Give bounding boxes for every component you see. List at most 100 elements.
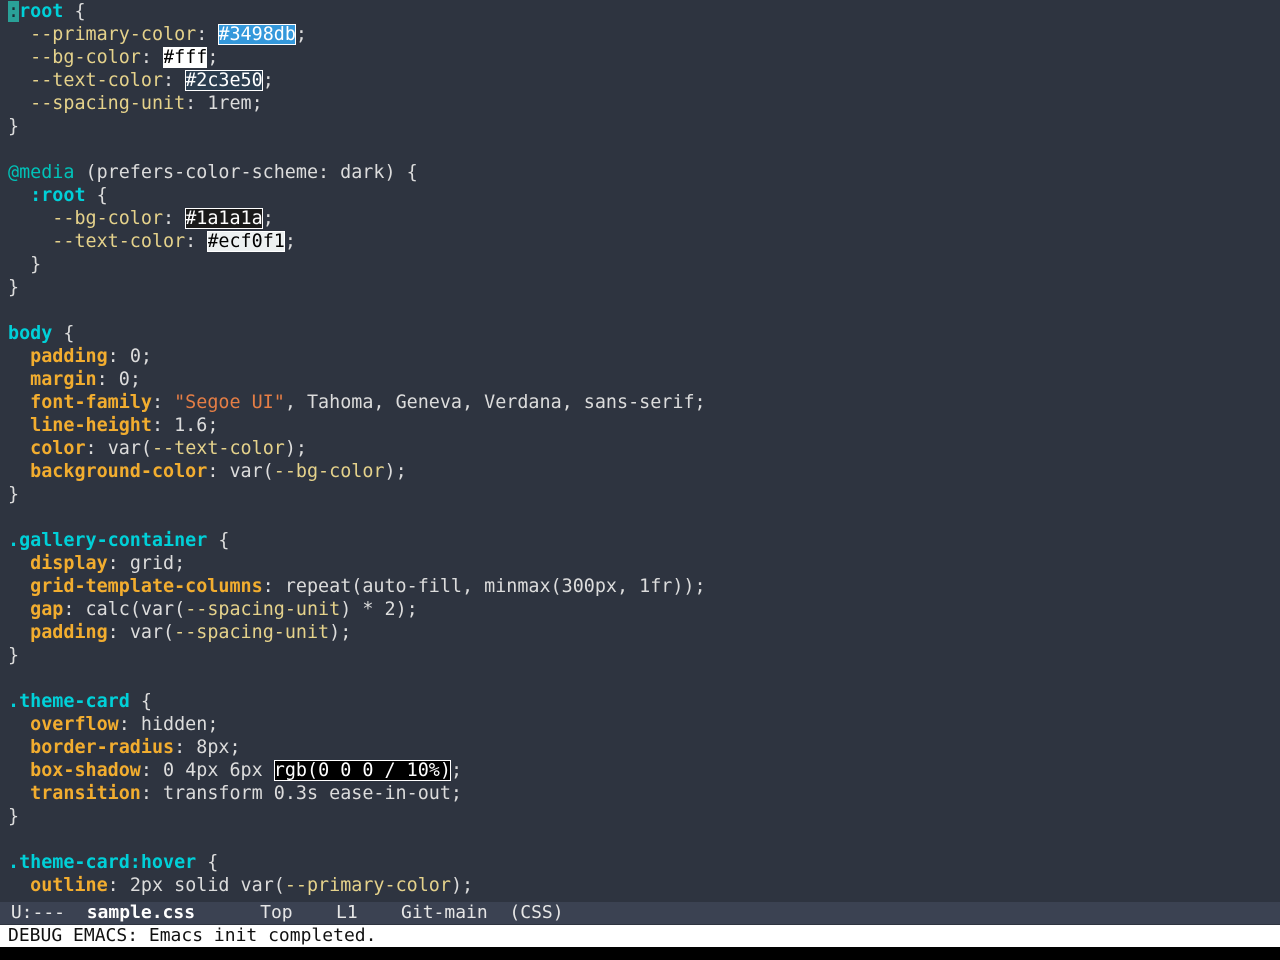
code-line: overflow: hidden; bbox=[30, 714, 219, 735]
css-value: 8px bbox=[196, 737, 230, 758]
color-swatch-shadow: rgb(0 0 0 / 10%) bbox=[273, 760, 451, 781]
code-line: @media (prefers-color-scheme: dark) { bbox=[8, 161, 1272, 184]
frame-bottom-edge bbox=[0, 947, 1280, 960]
css-value: 1.6 bbox=[174, 415, 208, 436]
line-number: L1 bbox=[335, 902, 358, 923]
css-function: 2px solid var( bbox=[129, 875, 285, 896]
color-swatch-bg: #fff bbox=[163, 47, 208, 68]
css-variable-ref: --primary-color bbox=[284, 875, 451, 896]
code-line: line-height: 1.6; bbox=[30, 415, 219, 436]
css-variable-name: --bg-color bbox=[30, 47, 141, 68]
css-property: transition bbox=[30, 783, 141, 804]
css-variable-name: --bg-color bbox=[52, 208, 164, 229]
media-query: (prefers-color-scheme: dark) { bbox=[74, 162, 418, 183]
vc-branch[interactable]: Git-main bbox=[401, 902, 488, 923]
echo-area: DEBUG EMACS: Emacs init completed. bbox=[0, 925, 1280, 947]
css-property: display bbox=[30, 553, 108, 574]
css-function: var( bbox=[107, 438, 152, 459]
code-line: gap: calc(var(--spacing-unit) * 2); bbox=[30, 599, 418, 620]
css-property: background-color bbox=[30, 461, 208, 482]
css-property: padding bbox=[30, 346, 108, 367]
code-editor[interactable]: :root { --primary-color: #3498db; --bg-c… bbox=[8, 0, 1272, 900]
code-line: color: var(--text-color); bbox=[30, 438, 308, 459]
css-value: ) * 2) bbox=[340, 599, 407, 620]
code-line: background-color: var(--bg-color); bbox=[30, 461, 407, 482]
css-function: var( bbox=[229, 461, 274, 482]
code-line: } bbox=[8, 277, 20, 298]
css-variable-ref: --spacing-unit bbox=[185, 599, 341, 620]
css-variable-ref: --bg-color bbox=[273, 461, 385, 482]
code-line: } bbox=[8, 484, 20, 505]
code-line: padding: 0; bbox=[30, 346, 152, 367]
css-value: repeat(auto-fill, minmax(300px, 1fr)) bbox=[284, 576, 695, 597]
code-line: } bbox=[8, 806, 20, 827]
color-swatch-dark-text: #ecf0f1 bbox=[207, 231, 285, 252]
code-line: outline: 2px solid var(--primary-color); bbox=[30, 875, 474, 896]
color-swatch-dark-bg: #1a1a1a bbox=[185, 208, 263, 229]
code-line: :root { bbox=[8, 0, 1272, 23]
css-selector: root bbox=[19, 1, 64, 22]
css-property: overflow bbox=[30, 714, 119, 735]
css-property: gap bbox=[30, 599, 64, 620]
major-mode[interactable]: (CSS) bbox=[509, 902, 563, 923]
css-function: var( bbox=[129, 622, 175, 643]
css-variable-name: --spacing-unit bbox=[30, 93, 186, 114]
code-line: --bg-color: #fff; bbox=[30, 47, 219, 68]
css-property: grid-template-columns bbox=[30, 576, 263, 597]
code-line: margin: 0; bbox=[30, 369, 141, 390]
css-value: 0 bbox=[118, 369, 130, 390]
buffer-name[interactable]: sample.css bbox=[87, 902, 195, 923]
code-line: } bbox=[8, 116, 20, 137]
code-line: .gallery-container { bbox=[8, 530, 230, 551]
code-line: padding: var(--spacing-unit); bbox=[30, 622, 352, 643]
css-variable-name: --text-color bbox=[30, 70, 164, 91]
css-selector: .gallery-container bbox=[8, 530, 208, 551]
css-selector: :root bbox=[30, 185, 86, 206]
color-swatch-primary: #3498db bbox=[218, 24, 296, 45]
code-line: body { bbox=[8, 323, 75, 344]
css-value: 0 4px 6px bbox=[163, 760, 274, 781]
code-line: --primary-color: #3498db; bbox=[30, 24, 307, 45]
css-variable-ref: --text-color bbox=[151, 438, 285, 459]
buffer-position: Top bbox=[260, 902, 293, 923]
text-cursor: : bbox=[8, 1, 20, 22]
css-property: box-shadow bbox=[30, 760, 141, 781]
code-line: border-radius: 8px; bbox=[30, 737, 241, 758]
css-property: border-radius bbox=[30, 737, 175, 758]
buffer-state: U:--- bbox=[0, 902, 87, 923]
css-string: "Segoe UI" bbox=[174, 392, 285, 413]
css-value: hidden bbox=[140, 714, 208, 735]
code-line: grid-template-columns: repeat(auto-fill,… bbox=[30, 576, 706, 597]
mode-line: U:--- sample.css Top L1 Git-main (CSS) bbox=[0, 902, 1280, 924]
css-value: , Tahoma, Geneva, Verdana, sans-serif bbox=[284, 392, 695, 413]
css-property: padding bbox=[30, 622, 108, 643]
css-selector: .theme-card bbox=[8, 691, 130, 712]
css-property: outline bbox=[30, 875, 108, 896]
code-line: .theme-card:hover { bbox=[8, 852, 219, 873]
code-line: display: grid; bbox=[30, 553, 186, 574]
code-line: --text-color: #2c3e50; bbox=[30, 70, 274, 91]
css-value: grid bbox=[129, 553, 175, 574]
emacs-frame: :root { --primary-color: #3498db; --bg-c… bbox=[0, 0, 1280, 960]
css-value: 0 bbox=[129, 346, 141, 367]
css-function: calc(var( bbox=[85, 599, 186, 620]
css-variable-ref: --spacing-unit bbox=[174, 622, 330, 643]
code-line: } bbox=[8, 254, 42, 275]
code-line: --text-color: #ecf0f1; bbox=[52, 231, 296, 252]
css-property: font-family bbox=[30, 392, 152, 413]
css-selector: .theme-card:hover bbox=[8, 852, 197, 873]
css-at-rule: @media bbox=[8, 162, 75, 183]
css-selector: body bbox=[8, 323, 53, 344]
css-property: margin bbox=[30, 369, 97, 390]
css-property: color bbox=[30, 438, 86, 459]
color-swatch-text: #2c3e50 bbox=[185, 70, 263, 91]
code-line: transition: transform 0.3s ease-in-out; bbox=[30, 783, 462, 804]
echo-message: DEBUG EMACS: Emacs init completed. bbox=[8, 925, 377, 946]
code-punct: { bbox=[63, 1, 86, 22]
code-line: .theme-card { bbox=[8, 691, 152, 712]
